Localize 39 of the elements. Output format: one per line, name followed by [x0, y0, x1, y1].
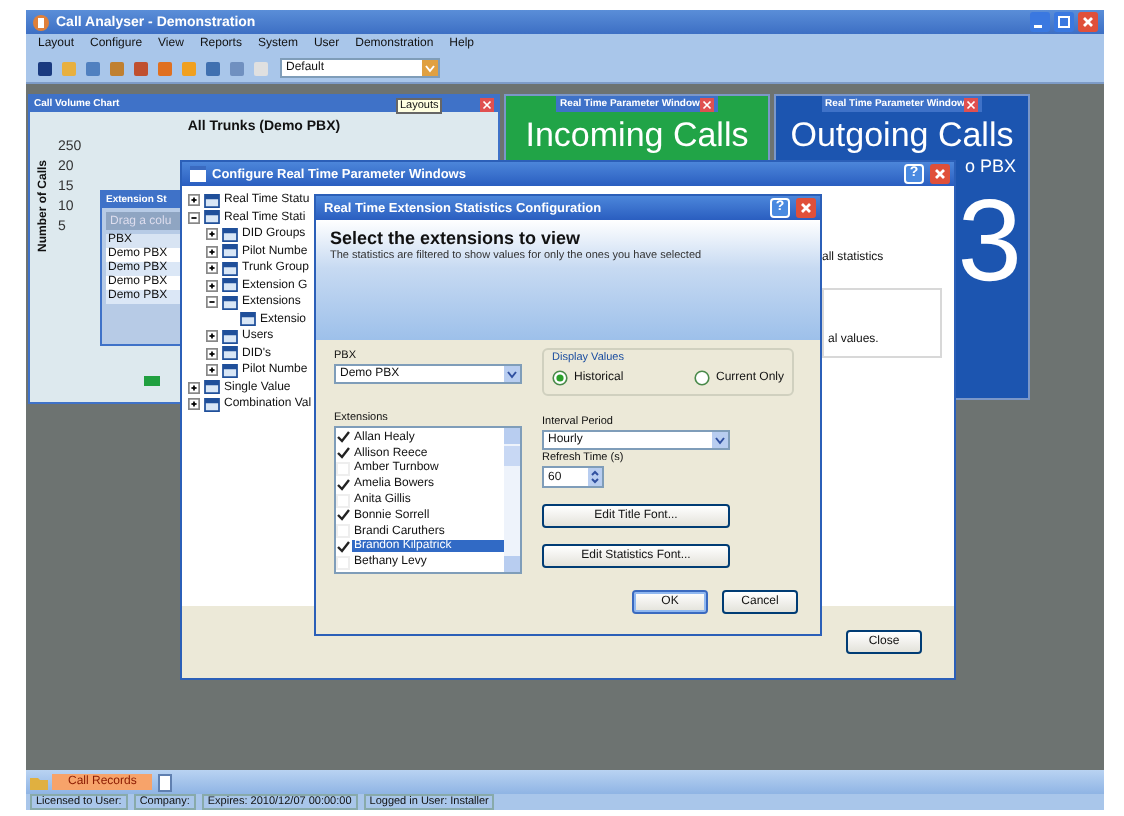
expand-icon[interactable]	[206, 262, 218, 275]
scrollbar[interactable]	[504, 428, 520, 572]
close-icon[interactable]	[964, 97, 979, 111]
close-icon[interactable]	[930, 164, 950, 184]
expand-icon[interactable]	[206, 347, 218, 360]
close-icon[interactable]	[796, 198, 816, 218]
checkbox[interactable]	[336, 446, 350, 461]
app-icon	[32, 13, 50, 31]
expand-icon[interactable]	[206, 228, 218, 241]
maximize-icon[interactable]	[1054, 12, 1074, 32]
checkbox[interactable]	[336, 508, 350, 523]
minimize-icon[interactable]	[1030, 12, 1050, 32]
expand-icon[interactable]	[188, 381, 200, 394]
dropdown-icon	[504, 366, 520, 382]
radio-button[interactable]	[552, 370, 568, 386]
expand-icon[interactable]	[206, 279, 218, 292]
headline: Incoming Calls	[525, 116, 749, 156]
collapse-icon[interactable]	[188, 211, 200, 224]
checkbox[interactable]	[336, 539, 350, 554]
expand-icon[interactable]	[188, 194, 200, 207]
close-icon[interactable]	[699, 97, 714, 111]
legend-swatch	[144, 376, 160, 386]
close-icon[interactable]	[1078, 12, 1098, 32]
value-text: 3	[957, 184, 1022, 300]
expand-icon[interactable]	[188, 398, 200, 411]
close-icon[interactable]	[480, 97, 494, 111]
radio-button[interactable]	[693, 370, 710, 386]
expand-icon[interactable]	[206, 245, 218, 258]
expand-icon[interactable]	[206, 364, 218, 377]
checkbox[interactable]	[336, 477, 350, 492]
subtitle: o PBX	[964, 156, 1016, 176]
spinner-arrows-icon	[588, 468, 602, 486]
dialog-heading: Select the extensions to view	[330, 228, 583, 248]
headline: Outgoing Calls	[790, 116, 1014, 156]
collapse-icon[interactable]	[206, 296, 218, 309]
checkbox[interactable]	[336, 430, 350, 445]
expand-icon[interactable]	[206, 330, 218, 343]
dropdown-icon	[422, 60, 438, 76]
dropdown-icon	[712, 432, 728, 448]
